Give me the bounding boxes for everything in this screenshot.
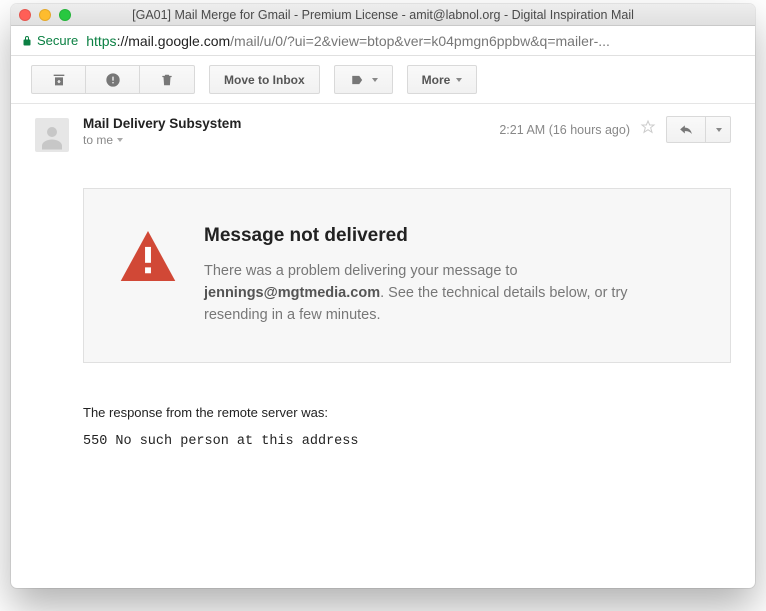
url-scheme: https <box>86 33 116 49</box>
minimize-window-button[interactable] <box>39 9 51 21</box>
close-window-button[interactable] <box>19 9 31 21</box>
star-button[interactable] <box>640 119 656 140</box>
address-bar[interactable]: Secure https://mail.google.com/mail/u/0/… <box>11 26 755 56</box>
move-to-inbox-label: Move to Inbox <box>224 73 305 87</box>
trash-icon <box>160 72 174 88</box>
url-text: https://mail.google.com/mail/u/0/?ui=2&v… <box>86 33 745 49</box>
more-button[interactable]: More <box>407 65 478 94</box>
error-panel: Message not delivered There was a proble… <box>83 188 731 363</box>
archive-icon <box>51 72 67 88</box>
url-path: /mail/u/0/?ui=2&view=btop&ver=k04pmgn6pp… <box>230 33 610 49</box>
zoom-window-button[interactable] <box>59 9 71 21</box>
traffic-lights <box>19 9 71 21</box>
window-titlebar: [GA01] Mail Merge for Gmail - Premium Li… <box>11 4 755 26</box>
secure-badge: Secure <box>21 33 78 48</box>
error-description: There was a problem delivering your mess… <box>204 261 694 326</box>
labels-button[interactable] <box>334 65 393 94</box>
move-to-inbox-button[interactable]: Move to Inbox <box>209 65 320 94</box>
action-button-group <box>31 65 195 94</box>
error-heading: Message not delivered <box>204 225 694 247</box>
error-line1: There was a problem delivering your mess… <box>204 263 518 279</box>
recipient-line[interactable]: to me <box>83 133 485 147</box>
star-icon <box>640 119 656 135</box>
avatar <box>35 118 69 152</box>
window-title: [GA01] Mail Merge for Gmail - Premium Li… <box>19 8 747 22</box>
sender-name: Mail Delivery Subsystem <box>83 116 485 131</box>
message-header: Mail Delivery Subsystem to me 2:21 AM (1… <box>35 116 731 152</box>
error-body: Message not delivered There was a proble… <box>204 225 694 326</box>
spam-icon <box>105 72 121 88</box>
url-host: ://mail.google.com <box>117 33 231 49</box>
message-meta: 2:21 AM (16 hours ago) <box>499 116 731 143</box>
reply-icon <box>677 123 695 137</box>
reply-more-button[interactable] <box>706 117 730 142</box>
archive-button[interactable] <box>32 66 86 93</box>
spam-button[interactable] <box>86 66 140 93</box>
chevron-down-icon <box>117 138 123 142</box>
browser-window: [GA01] Mail Merge for Gmail - Premium Li… <box>11 4 755 588</box>
warning-icon <box>120 231 176 281</box>
lock-icon <box>21 34 33 48</box>
response-intro: The response from the remote server was: <box>83 405 731 420</box>
mail-toolbar: Move to Inbox More <box>11 56 755 104</box>
chevron-down-icon <box>456 78 462 82</box>
response-code: 550 No such person at this address <box>83 434 731 449</box>
to-text: to me <box>83 133 113 147</box>
server-response: The response from the remote server was:… <box>83 405 731 449</box>
reply-button[interactable] <box>667 117 706 142</box>
label-icon <box>349 73 366 87</box>
from-container: Mail Delivery Subsystem to me <box>83 116 485 147</box>
chevron-down-icon <box>716 128 722 132</box>
more-label: More <box>422 73 451 87</box>
reply-button-group <box>666 116 731 143</box>
message-time: 2:21 AM (16 hours ago) <box>499 123 630 137</box>
chevron-down-icon <box>372 78 378 82</box>
error-address: jennings@mgtmedia.com <box>204 285 380 301</box>
delete-button[interactable] <box>140 66 194 93</box>
message-content: Mail Delivery Subsystem to me 2:21 AM (1… <box>11 104 755 588</box>
secure-label: Secure <box>37 33 78 48</box>
person-icon <box>37 122 67 152</box>
